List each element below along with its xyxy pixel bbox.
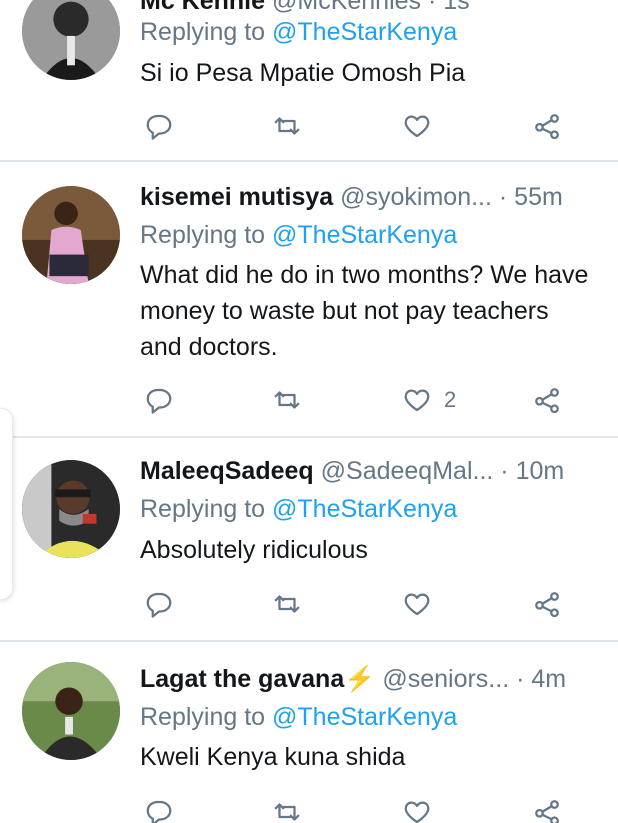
tweet[interactable]: Mc Kennie @McKennies · 1s Replying to @T…	[0, 0, 618, 160]
timestamp: · 55m	[498, 183, 563, 211]
retweet-icon	[274, 117, 300, 135]
reply-mention-link[interactable]: @TheStarKenya	[272, 221, 457, 249]
reply-icon	[146, 592, 172, 618]
replying-to: Replying to @TheStarKenya	[140, 702, 457, 732]
retweet-button[interactable]	[272, 584, 302, 624]
timestamp: · 4m	[516, 665, 567, 693]
reply-button[interactable]	[144, 792, 174, 823]
reply-icon	[146, 114, 172, 140]
replying-to: Replying to @TheStarKenya	[140, 17, 457, 47]
tweet-text-line: Si io Pesa Mpatie Omosh Pia	[140, 59, 466, 87]
avatar[interactable]	[22, 0, 120, 80]
action-bar	[0, 584, 618, 624]
tweet-text: Si io Pesa Mpatie Omosh Pia	[140, 55, 465, 91]
retweet-button[interactable]	[272, 792, 302, 823]
avatar[interactable]	[22, 186, 120, 284]
avatar[interactable]	[22, 662, 120, 760]
tweet[interactable]: MaleeqSadeeq @SadeeqMal... · 10m Replyin…	[0, 438, 618, 640]
replying-to: Replying to @TheStarKenya	[140, 494, 457, 524]
like-button[interactable]: 2	[402, 380, 456, 420]
author-handle: @SadeeqMal...	[320, 457, 494, 485]
tweet[interactable]: kisemei mutisya @syokimon... · 55m Reply…	[0, 162, 618, 436]
tweet-text-line: Kweli Kenya kuna shida	[140, 743, 406, 771]
like-count: 2	[444, 387, 457, 412]
tweet-text: Kweli Kenya kuna shida	[140, 739, 405, 775]
action-bar	[0, 792, 618, 823]
tweet-text-line: and doctors.	[140, 333, 278, 361]
share-button[interactable]	[532, 380, 562, 420]
replying-to-label: Replying to	[140, 18, 266, 46]
reply-mention-link[interactable]: @TheStarKenya	[272, 18, 457, 46]
share-button[interactable]	[532, 106, 562, 146]
author-handle: @syokimon...	[340, 183, 492, 211]
retweet-button[interactable]	[272, 380, 302, 420]
retweet-icon	[274, 391, 300, 409]
reply-button[interactable]	[144, 380, 174, 420]
reply-button[interactable]	[144, 106, 174, 146]
lightning-emoji: ⚡	[344, 665, 376, 693]
reply-icon	[146, 388, 172, 414]
replying-to-label: Replying to	[140, 703, 266, 731]
reply-mention-link[interactable]: @TheStarKenya	[272, 495, 457, 523]
author-handle: @McKennies	[271, 0, 422, 15]
author-name[interactable]: Lagat the gavana	[140, 665, 344, 693]
avatar[interactable]	[22, 460, 120, 558]
tweet-text-line: What did he do in two months? We have	[140, 261, 589, 289]
share-button[interactable]	[532, 584, 562, 624]
reply-button[interactable]	[144, 584, 174, 624]
like-icon	[404, 801, 430, 823]
reply-icon	[146, 800, 172, 823]
share-icon	[535, 114, 559, 140]
tweet-text: What did he do in two months? We have mo…	[140, 257, 588, 365]
tweet[interactable]: Lagat the gavana⚡ @seniors... · 4m Reply…	[0, 642, 618, 823]
reply-mention-link[interactable]: @TheStarKenya	[272, 703, 457, 731]
share-icon	[535, 388, 559, 414]
timestamp: · 1s	[428, 0, 470, 15]
author-handle: @seniors...	[382, 665, 510, 693]
like-icon	[404, 389, 430, 412]
retweet-icon	[274, 803, 300, 821]
like-button[interactable]	[402, 792, 444, 823]
tweet-text: Absolutely ridiculous	[140, 532, 368, 568]
tweet-text-line: Absolutely ridiculous	[140, 536, 368, 564]
timestamp: · 10m	[500, 457, 565, 485]
like-icon	[404, 115, 430, 138]
action-bar: 2	[0, 380, 618, 420]
share-icon	[535, 800, 559, 823]
retweet-icon	[274, 595, 300, 613]
like-button[interactable]	[402, 106, 444, 146]
author-name[interactable]: kisemei mutisya	[140, 183, 333, 211]
like-button[interactable]	[402, 584, 444, 624]
action-bar	[0, 106, 618, 146]
replying-to-label: Replying to	[140, 495, 266, 523]
like-icon	[404, 593, 430, 616]
share-icon	[535, 592, 559, 618]
replying-to-label: Replying to	[140, 221, 266, 249]
replying-to: Replying to @TheStarKenya	[140, 220, 457, 250]
author-name[interactable]: Mc Kennie	[140, 0, 265, 15]
tweet-text-line: money to waste but not pay teachers	[140, 297, 549, 325]
author-name[interactable]: MaleeqSadeeq	[140, 457, 314, 485]
retweet-button[interactable]	[272, 106, 302, 146]
edge-panel-handle[interactable]	[0, 408, 13, 600]
share-button[interactable]	[532, 792, 562, 823]
